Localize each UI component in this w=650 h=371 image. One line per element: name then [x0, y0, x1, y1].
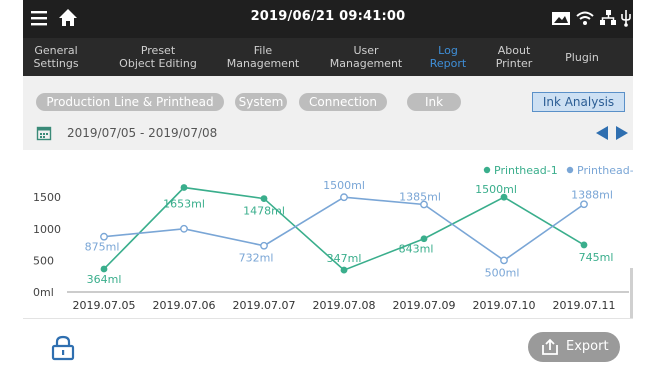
- data-point: [340, 193, 348, 202]
- filter-connection[interactable]: Connection: [299, 93, 387, 111]
- data-label: 1653ml: [163, 198, 205, 211]
- tab-label: Report: [429, 57, 467, 70]
- tab-label: Preset: [140, 44, 176, 57]
- data-point: [100, 232, 108, 241]
- y-tick-label: 1000: [33, 223, 61, 236]
- date-range[interactable]: 2019/07/05 - 2019/07/08: [67, 126, 217, 140]
- data-label: 732ml: [239, 252, 274, 265]
- legend-label: Printhead-1: [494, 164, 558, 177]
- data-label: 1500ml: [323, 179, 365, 192]
- tab-log-report[interactable]: Log Report: [421, 41, 475, 73]
- x-tick-label: 2019.07.10: [473, 299, 536, 312]
- tab-label: Settings: [33, 57, 79, 70]
- tab-label: Management: [329, 57, 403, 70]
- tab-general-settings[interactable]: General Settings: [27, 41, 85, 73]
- data-point: [580, 241, 588, 249]
- tab-label: About: [497, 44, 531, 57]
- tab-about-printer[interactable]: About Printer: [489, 41, 539, 73]
- tab-label: Printer: [495, 57, 533, 70]
- network-icon: [600, 10, 616, 25]
- app-window: 2019/06/21 09:41:00 General Settings Pres…: [23, 0, 633, 371]
- data-point: [180, 224, 188, 233]
- data-point: [100, 265, 108, 273]
- y-tick-label: 1500: [33, 191, 61, 204]
- data-label: 347ml: [327, 252, 362, 265]
- status-bar: 2019/06/21 09:41:00: [23, 0, 633, 38]
- filter-toolbar: Production Line & Printhead System Conne…: [23, 76, 633, 150]
- tab-label: File: [253, 44, 273, 57]
- calendar-icon[interactable]: [36, 125, 52, 141]
- next-arrow-icon[interactable]: [614, 125, 630, 141]
- ink-analysis-button[interactable]: Ink Analysis: [532, 92, 625, 112]
- tab-preset-object-editing[interactable]: Preset Object Editing: [113, 41, 203, 73]
- tab-user-management[interactable]: User Management: [320, 41, 412, 73]
- data-label: 875ml: [85, 241, 120, 254]
- filter-system[interactable]: System: [235, 93, 287, 111]
- y-tick-label: 0ml: [33, 286, 54, 299]
- data-point: [260, 241, 268, 250]
- export-label: Export: [566, 339, 609, 354]
- export-icon: [542, 338, 558, 355]
- legend-label: Printhead-2: [577, 164, 633, 177]
- data-label: 1500ml: [475, 183, 517, 196]
- main-nav: General Settings Preset Object Editing Fil…: [23, 38, 633, 76]
- tab-label: Log: [438, 44, 458, 57]
- x-tick-label: 2019.07.05: [73, 299, 136, 312]
- data-point: [180, 184, 188, 191]
- x-tick-label: 2019.07.07: [233, 299, 296, 312]
- data-label: 500ml: [485, 266, 520, 279]
- legend-marker: [566, 166, 574, 174]
- tab-file-management[interactable]: File Management: [217, 41, 309, 73]
- tab-label: General: [34, 44, 78, 57]
- ink-usage-chart: 0ml 500 1000 1500 2019.07.05 2019.07.06 2019.0…: [33, 164, 633, 312]
- filter-ink[interactable]: Ink: [407, 93, 461, 111]
- prev-arrow-icon[interactable]: [594, 125, 610, 141]
- lock-icon[interactable]: [51, 335, 75, 361]
- data-label: 745ml: [579, 251, 614, 264]
- data-label: 1478ml: [243, 205, 285, 218]
- x-tick-label: 2019.07.09: [393, 299, 456, 312]
- data-point: [500, 256, 508, 265]
- x-tick-label: 2019.07.08: [313, 299, 376, 312]
- usb-icon: [621, 10, 631, 27]
- data-point: [260, 195, 268, 202]
- filter-production-line[interactable]: Production Line & Printhead: [36, 93, 224, 111]
- tab-plugin[interactable]: Plugin: [555, 41, 609, 73]
- data-label: 843ml: [399, 243, 434, 256]
- tab-label: User: [353, 44, 379, 57]
- legend-marker: [483, 166, 491, 174]
- data-label: 364ml: [87, 273, 122, 286]
- data-point: [420, 235, 428, 243]
- image-icon: [552, 12, 570, 25]
- x-tick-label: 2019.07.06: [153, 299, 216, 312]
- tab-label: Object Editing: [119, 57, 197, 70]
- data-point: [580, 200, 588, 209]
- x-tick-label: 2019.07.11: [553, 299, 616, 312]
- clock: 2019/06/21 09:41:00: [250, 9, 406, 24]
- tab-label: Plugin: [565, 50, 599, 64]
- tab-label: Management: [226, 57, 300, 70]
- bottom-bar: Export: [23, 318, 633, 371]
- wifi-icon: [576, 11, 594, 25]
- data-label: 1388ml: [571, 188, 613, 201]
- data-label: 1385ml: [399, 190, 441, 203]
- data-point: [340, 266, 348, 274]
- export-button[interactable]: Export: [528, 332, 620, 362]
- y-tick-label: 500: [33, 254, 54, 267]
